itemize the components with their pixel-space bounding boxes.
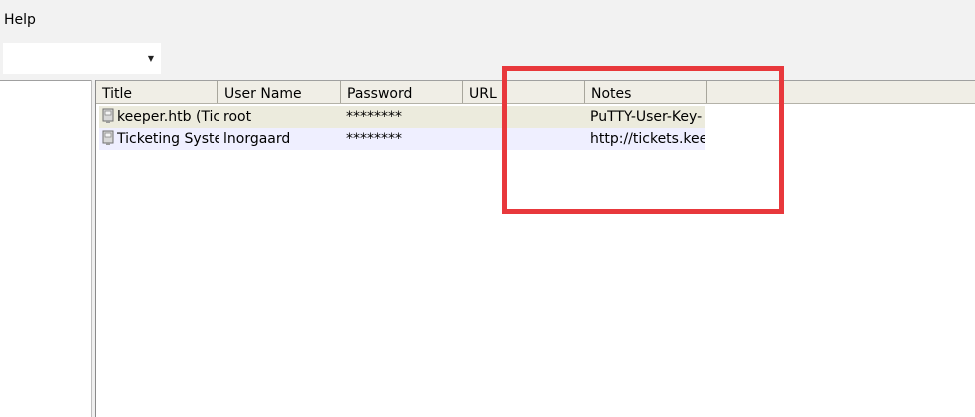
column-header-password[interactable]: Password bbox=[341, 81, 463, 103]
table-row[interactable]: Ticketing Syster lnorgaard ******** http… bbox=[99, 128, 705, 150]
cell-password: ******** bbox=[346, 131, 402, 147]
cell-notes: http://tickets.keep bbox=[590, 131, 705, 147]
table-row[interactable]: keeper.htb (Tick root ******** PuTTY-Use… bbox=[99, 106, 705, 128]
cell-user-name: lnorgaard bbox=[223, 131, 291, 147]
menu-help[interactable]: Help bbox=[4, 12, 36, 28]
column-header-notes[interactable]: Notes bbox=[585, 81, 707, 103]
cell-password: ******** bbox=[346, 109, 402, 125]
column-header-user-name[interactable]: User Name bbox=[218, 81, 341, 103]
entries-list-panel[interactable]: Title User Name Password URL Notes keepe… bbox=[96, 80, 975, 417]
cell-url bbox=[468, 128, 586, 150]
column-header-row: Title User Name Password URL Notes bbox=[96, 81, 975, 104]
menu-bar: Help bbox=[0, 0, 975, 42]
column-header-title[interactable]: Title bbox=[96, 81, 218, 103]
cell-url bbox=[468, 106, 586, 128]
group-tree-panel[interactable] bbox=[0, 80, 91, 417]
cell-title: keeper.htb (Tick bbox=[117, 109, 219, 125]
cell-user-name: root bbox=[223, 109, 252, 125]
dropdown-arrow-icon[interactable]: ▼ bbox=[145, 52, 157, 66]
key-entry-icon bbox=[102, 108, 114, 123]
cell-title: Ticketing Syster bbox=[117, 131, 219, 147]
group-combo-box[interactable]: ▼ bbox=[3, 43, 161, 74]
key-entry-icon bbox=[102, 130, 114, 145]
cell-notes: PuTTY-User-Key- bbox=[590, 109, 703, 125]
column-header-url[interactable]: URL bbox=[463, 81, 585, 103]
